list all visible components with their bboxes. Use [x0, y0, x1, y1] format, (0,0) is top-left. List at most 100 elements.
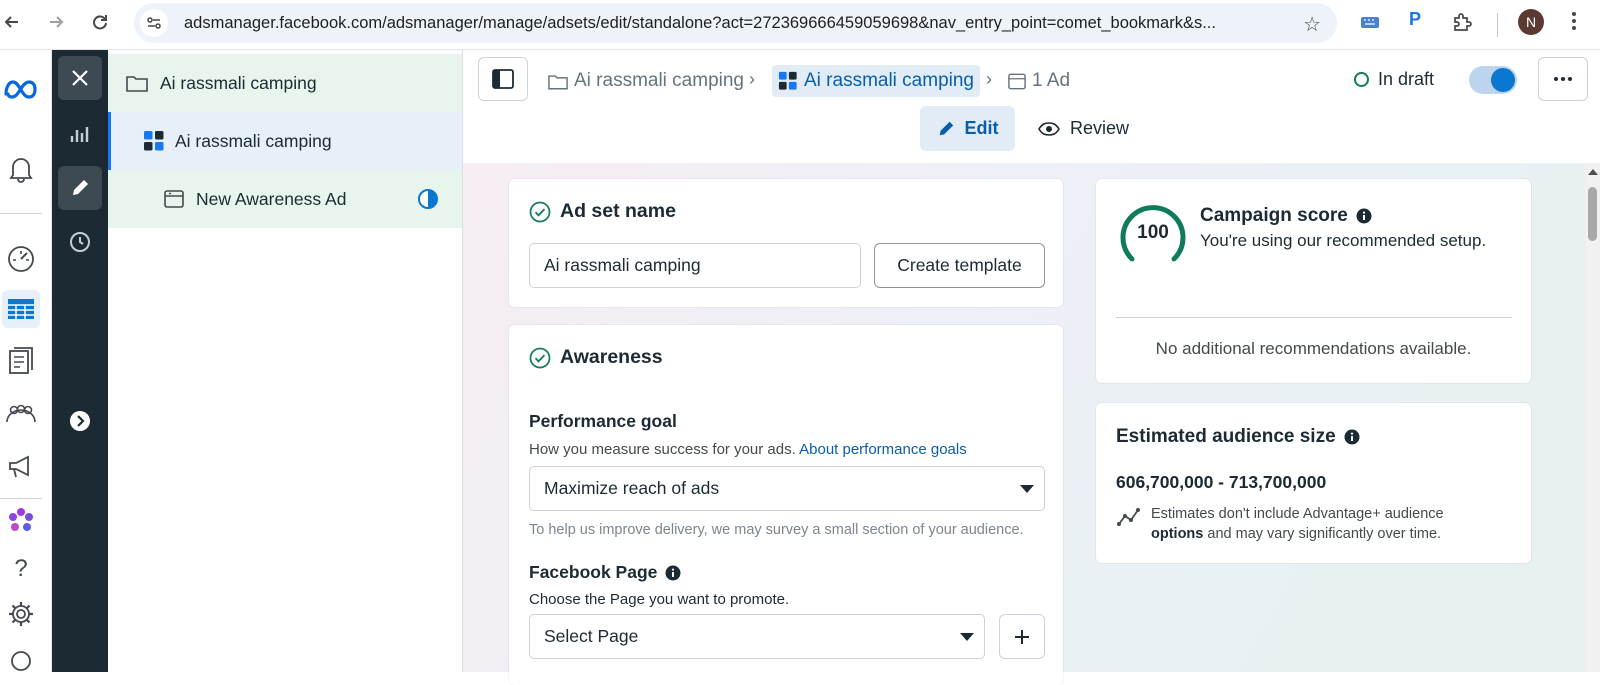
rail-divider: [0, 213, 42, 214]
help-question-icon[interactable]: ?: [2, 550, 40, 588]
facebook-page-description: Choose the Page you want to promote.: [529, 591, 790, 608]
search-icon[interactable]: [2, 642, 40, 680]
keyboard-extension-icon[interactable]: [1359, 11, 1381, 38]
forward-icon[interactable]: [44, 10, 68, 34]
breadcrumb-adset[interactable]: Ai rassmali camping: [772, 65, 980, 97]
score-value: 100: [1137, 222, 1169, 243]
edit-pencil-icon[interactable]: [58, 166, 102, 210]
folder-icon: [126, 74, 148, 92]
note-text: Estimates don't include Advantage+ audie…: [1151, 506, 1444, 522]
campaigns-megaphone-icon[interactable]: [2, 448, 40, 486]
dropdown-value: Select Page: [544, 626, 639, 646]
campaign-tree-panel: Ai rassmali camping Ai rassmali camping …: [108, 50, 463, 672]
audience-size-range: 606,700,000 - 713,700,000: [1116, 472, 1327, 492]
adset-grid-icon: [778, 71, 798, 91]
trend-line-icon: [1116, 506, 1142, 533]
browser-toolbar: adsmanager.facebook.com/adsmanager/manag…: [0, 0, 1600, 50]
info-icon[interactable]: [665, 565, 681, 581]
info-icon[interactable]: [1356, 208, 1372, 224]
adset-name-input[interactable]: Ai rassmali camping: [529, 243, 861, 288]
breadcrumb-label: 1 Ad: [1032, 70, 1071, 91]
tab-label: Review: [1070, 118, 1130, 138]
title-text: Campaign score: [1200, 205, 1348, 226]
breadcrumb-label: Ai rassmali camping: [804, 70, 974, 91]
close-editor-icon[interactable]: [58, 56, 102, 100]
label-text: Facebook Page: [529, 562, 658, 582]
editor-topbar: Ai rassmali camping › Ai rassmali campin…: [463, 50, 1600, 163]
card-title: Ad set name: [560, 200, 676, 222]
breadcrumb-ad[interactable]: 1 Ad: [1008, 65, 1070, 97]
score-gauge: 100: [1118, 201, 1188, 262]
sidebar-panel-icon: [492, 69, 514, 89]
scrollbar-thumb[interactable]: [1588, 187, 1597, 241]
info-icon[interactable]: [1344, 429, 1360, 445]
bookmark-star-icon[interactable]: ☆: [1303, 12, 1321, 37]
eye-icon: [1038, 121, 1060, 136]
tab-review[interactable]: Review: [1038, 106, 1138, 151]
browser-menu-icon[interactable]: [1571, 10, 1577, 37]
status-dot-icon: [1354, 72, 1369, 87]
tree-item-campaign[interactable]: Ai rassmali camping: [108, 54, 462, 112]
performance-chart-icon[interactable]: [58, 112, 102, 156]
extensions-puzzle-icon[interactable]: [1451, 11, 1473, 38]
tree-item-ad[interactable]: New Awareness Ad: [108, 170, 462, 228]
more-options-button[interactable]: [1538, 57, 1588, 101]
toggle-sidebar-button[interactable]: [478, 57, 528, 101]
performance-goal-dropdown[interactable]: Maximize reach of ads: [529, 466, 1045, 511]
pages-document-icon[interactable]: [2, 342, 40, 380]
dashboard-gauge-icon[interactable]: [2, 240, 40, 278]
reload-icon[interactable]: [88, 10, 112, 34]
url-text[interactable]: adsmanager.facebook.com/adsmanager/manag…: [184, 14, 1284, 33]
tree-item-adset[interactable]: Ai rassmali camping: [108, 112, 462, 170]
editor-side-rail: [52, 50, 108, 672]
card-title: Awareness: [560, 346, 663, 368]
rail-divider: [0, 498, 42, 499]
tab-edit[interactable]: Edit: [920, 106, 1015, 151]
draft-status: In draft: [1354, 69, 1434, 90]
breadcrumb-campaign[interactable]: Ai rassmali camping: [548, 65, 744, 97]
chevron-right-icon: ›: [986, 69, 992, 89]
check-circle-icon: [529, 347, 551, 369]
breadcrumb-label: Ai rassmali camping: [574, 70, 744, 91]
plus-icon: [1014, 629, 1030, 645]
history-clock-icon[interactable]: [58, 220, 102, 264]
campaign-score-card: 100 Campaign score You're using our reco…: [1096, 179, 1531, 383]
back-icon[interactable]: [0, 10, 24, 34]
ad-window-icon: [164, 190, 184, 208]
description-text: How you measure success for your ads.: [529, 441, 796, 458]
meta-ai-flower-icon[interactable]: [2, 502, 40, 540]
meta-logo-icon[interactable]: [2, 70, 40, 108]
profile-avatar[interactable]: N: [1518, 9, 1544, 35]
tree-item-label: Ai rassmali camping: [175, 130, 332, 151]
address-bar[interactable]: adsmanager.facebook.com/adsmanager/manag…: [134, 3, 1337, 43]
campaign-score-title: Campaign score: [1200, 205, 1372, 227]
adset-grid-icon: [143, 130, 165, 152]
expand-chevron-icon[interactable]: [58, 399, 102, 443]
editor-canvas: Ad set name Ai rassmali camping Create t…: [463, 163, 1585, 685]
ad-window-icon: [1008, 73, 1026, 90]
notifications-bell-icon[interactable]: [2, 150, 40, 188]
toolbar-divider: [1497, 13, 1498, 37]
facebook-page-label: Facebook Page: [529, 562, 681, 583]
settings-gear-icon[interactable]: [2, 595, 40, 633]
ads-manager-table-icon[interactable]: [2, 290, 40, 328]
create-template-button[interactable]: Create template: [874, 243, 1045, 288]
tree-item-label: New Awareness Ad: [196, 188, 347, 209]
site-settings-icon[interactable]: [140, 9, 168, 37]
performance-goal-description: How you measure success for your ads. Ab…: [529, 441, 967, 458]
add-page-button[interactable]: [999, 614, 1045, 659]
audiences-people-icon[interactable]: [2, 395, 40, 433]
note-bold-text: options: [1151, 526, 1204, 542]
adset-on-off-toggle[interactable]: [1469, 66, 1517, 94]
p-extension-icon[interactable]: P: [1409, 9, 1421, 30]
more-horizontal-icon: [1554, 77, 1572, 81]
page-select-dropdown[interactable]: Select Page: [529, 614, 985, 659]
scroll-up-arrow-icon[interactable]: [1588, 169, 1598, 175]
page-scrollbar[interactable]: [1585, 163, 1600, 672]
tab-label: Edit: [964, 118, 999, 138]
adset-name-card: Ad set name Ai rassmali camping Create t…: [509, 179, 1063, 307]
caret-down-icon: [960, 633, 974, 641]
dropdown-value: Maximize reach of ads: [544, 478, 720, 498]
about-performance-goals-link[interactable]: About performance goals: [799, 441, 967, 458]
chevron-right-icon: ›: [749, 69, 755, 89]
